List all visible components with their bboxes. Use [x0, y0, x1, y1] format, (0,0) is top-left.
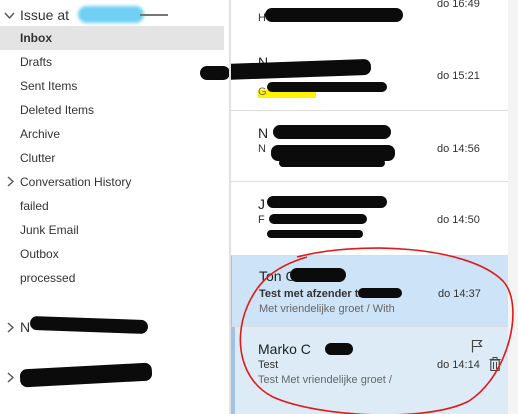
redaction-mark — [265, 8, 403, 22]
chevron-right-icon[interactable] — [7, 176, 15, 190]
account-name: N — [20, 319, 31, 335]
folder-failed[interactable]: failed — [0, 194, 224, 218]
folder-processed[interactable]: processed — [0, 266, 224, 290]
folder-sent-items[interactable]: Sent Items — [0, 74, 224, 98]
message-time: do 14:50 — [437, 214, 480, 226]
folder-junk-email[interactable]: Junk Email — [0, 218, 224, 242]
flag-icon[interactable] — [471, 339, 483, 358]
redaction-mark — [200, 66, 229, 80]
folder-label: Outbox — [20, 247, 59, 261]
chevron-right-icon[interactable] — [7, 320, 15, 336]
message-time: do 15:21 — [437, 70, 480, 82]
redaction-mark — [267, 230, 363, 238]
message-time: do 16:49 — [437, 0, 480, 10]
redaction-mark — [273, 125, 391, 139]
folder-label: processed — [20, 271, 76, 285]
folder-outbox[interactable]: Outbox — [0, 242, 224, 266]
redaction-mark — [267, 196, 387, 208]
folder-deleted-items[interactable]: Deleted Items — [0, 98, 224, 122]
account-name-redaction — [78, 6, 144, 23]
folder-label: Deleted Items — [20, 103, 95, 117]
focus-accent-bar — [231, 327, 235, 414]
message-time: do 14:56 — [437, 143, 480, 155]
message-time: do 14:37 — [438, 288, 481, 300]
folder-label: failed — [20, 199, 49, 213]
message-subject: Test met afzender t. — [259, 288, 362, 300]
message-subject: F — [258, 214, 265, 226]
folder-clutter[interactable]: Clutter — [0, 146, 224, 170]
folder-label: Drafts — [20, 55, 53, 69]
account-name-redaction-tail — [140, 14, 168, 16]
message-item[interactable]: N G do 15:21 — [231, 38, 508, 111]
redaction-mark — [269, 214, 367, 224]
message-subject: N — [258, 143, 266, 155]
folder-label: Junk Email — [20, 223, 79, 237]
folder-label: Clutter — [20, 151, 56, 165]
folder-archive[interactable]: Archive — [0, 122, 224, 146]
account-name: Issue at — [20, 7, 70, 23]
folder-inbox[interactable]: Inbox — [0, 26, 224, 50]
message-sender: Marko C — [258, 341, 311, 357]
message-preview: Met vriendelijke groet / With — [259, 303, 395, 315]
folder-label: Conversation History — [20, 175, 132, 189]
chevron-right-icon[interactable] — [7, 370, 15, 386]
chevron-down-icon[interactable] — [4, 7, 15, 23]
message-item-selected[interactable]: Ton C Test met afzender t. Met vriendeli… — [231, 256, 509, 327]
account-header[interactable]: Issue at — [0, 2, 229, 26]
message-preview: Test Met vriendelijke groet / — [258, 374, 392, 386]
trash-icon[interactable] — [489, 357, 501, 376]
message-preview: G — [258, 86, 267, 98]
redaction-mark — [267, 82, 387, 92]
redaction-mark — [279, 159, 385, 167]
redaction-mark — [231, 58, 372, 82]
redaction-mark — [358, 288, 402, 298]
message-list-scrollbar[interactable] — [508, 0, 518, 414]
message-sender: J — [258, 196, 265, 212]
folder-conversation-history[interactable]: Conversation History — [0, 170, 224, 194]
redaction-mark — [290, 268, 346, 282]
message-item[interactable]: N N do 14:56 — [231, 111, 508, 182]
folder-label: Archive — [20, 127, 61, 141]
message-item[interactable]: H do 16:49 — [231, 0, 508, 39]
folder-pane: Issue at Inbox Drafts Sent Items Deleted… — [0, 0, 229, 414]
folder-label: Inbox — [20, 31, 52, 45]
message-list: H do 16:49 N G do 15:21 N N do 14:56 J F… — [231, 0, 518, 414]
message-item[interactable]: Marko C Test Test Met vriendelijke groet… — [231, 327, 508, 414]
message-subject: Test — [258, 359, 279, 371]
redaction-mark — [325, 343, 353, 355]
message-sender: N — [258, 125, 269, 141]
message-time: do 14:14 — [437, 359, 480, 371]
message-item[interactable]: J F do 14:50 — [231, 182, 508, 256]
folder-label: Sent Items — [20, 79, 78, 93]
folder-drafts[interactable]: Drafts — [0, 50, 224, 74]
